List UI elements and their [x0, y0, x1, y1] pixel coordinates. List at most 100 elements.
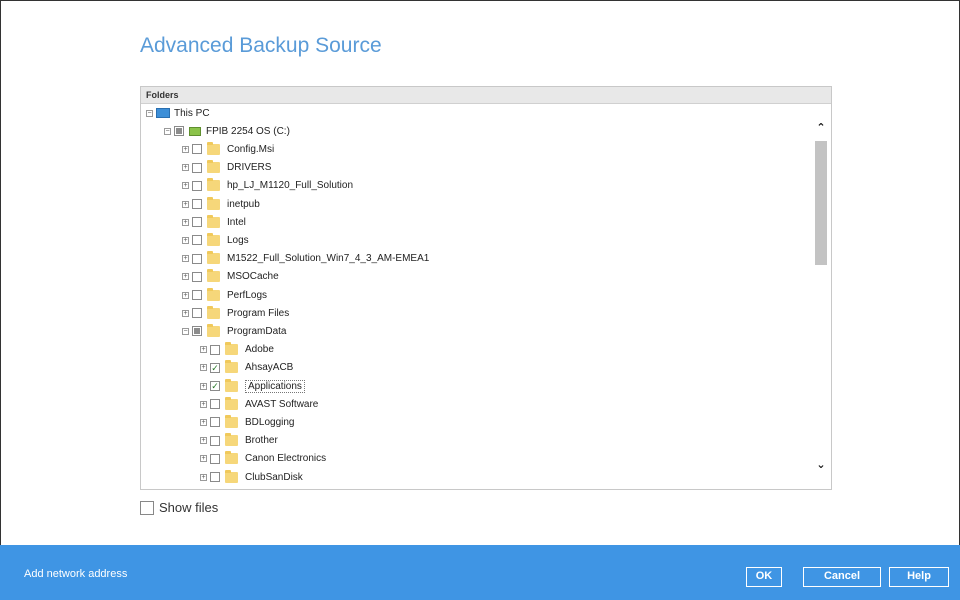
add-network-address-link[interactable]: Add network address — [24, 568, 127, 580]
expand-icon[interactable]: + — [182, 145, 189, 153]
tree-node-label[interactable]: Logs — [227, 235, 249, 246]
tree-node-checkbox[interactable] — [192, 144, 202, 155]
scroll-down-icon[interactable]: ⌄ — [815, 459, 827, 471]
tree-node[interactable]: + ✓ Applications — [200, 377, 305, 395]
folder-icon — [207, 323, 220, 337]
tree-node[interactable]: + Config.Msi — [182, 140, 274, 158]
expand-icon[interactable]: + — [182, 273, 189, 281]
tree-node[interactable]: + Brother — [200, 432, 278, 450]
expand-icon[interactable]: + — [182, 255, 189, 263]
tree-node-label[interactable]: BDLogging — [245, 417, 294, 428]
tree-node-checkbox[interactable] — [192, 235, 202, 246]
show-files-checkbox[interactable] — [140, 500, 154, 515]
tree-node-checkbox[interactable] — [192, 271, 202, 282]
collapse-icon[interactable]: − — [182, 327, 189, 335]
expand-icon[interactable]: + — [182, 236, 189, 244]
expand-icon[interactable]: + — [182, 218, 189, 226]
tree-node[interactable]: − ProgramData — [182, 322, 286, 340]
tree-node-label[interactable]: MSOCache — [227, 271, 279, 282]
tree-node-label[interactable]: Intel — [227, 217, 246, 228]
tree-node-checkbox[interactable] — [192, 162, 202, 173]
tree-node-label[interactable]: Program Files — [227, 308, 289, 319]
dialog-title: Advanced Backup Source — [140, 34, 382, 57]
expand-icon[interactable]: + — [200, 364, 207, 372]
tree-node[interactable]: − FPIB 2254 OS (C:) — [164, 122, 290, 140]
tree-node-checkbox[interactable] — [210, 435, 220, 446]
tree-node[interactable]: + hp_LJ_M1120_Full_Solution — [182, 177, 353, 195]
tree-node[interactable]: + Canon Electronics — [200, 450, 326, 468]
tree-node-label[interactable]: Applications — [245, 379, 305, 393]
scroll-thumb[interactable] — [815, 141, 827, 265]
expand-icon[interactable]: + — [182, 309, 189, 317]
expand-icon[interactable]: + — [200, 418, 207, 426]
tree-node[interactable]: + Program Files — [182, 304, 289, 322]
expand-icon[interactable]: + — [182, 291, 189, 299]
tree-node-label[interactable]: Canon Electronics — [245, 453, 326, 464]
tree-node-label[interactable]: PerfLogs — [227, 290, 267, 301]
expand-icon[interactable]: + — [200, 400, 207, 408]
folder-icon — [207, 196, 220, 210]
help-button[interactable]: Help — [889, 567, 949, 587]
show-files-option[interactable]: Show files — [140, 500, 218, 515]
expand-icon[interactable]: + — [200, 473, 207, 481]
tree-scrollbar[interactable]: ⌃ ⌄ — [811, 104, 831, 489]
tree-node[interactable]: + MSOCache — [182, 268, 279, 286]
folder-tree-panel: Folders − This PC − FPIB 2254 OS (C:) + Confi… — [140, 86, 832, 490]
tree-node-label[interactable]: Adobe — [245, 344, 274, 355]
tree-node[interactable]: + PerfLogs — [182, 286, 267, 304]
tree-header: Folders — [141, 87, 831, 104]
expand-icon[interactable]: + — [182, 200, 189, 208]
tree-node-label[interactable]: inetpub — [227, 199, 260, 210]
tree-node-label[interactable]: AhsayACB — [245, 362, 293, 373]
tree-node[interactable]: + AVAST Software — [200, 395, 318, 413]
tree-node-label[interactable]: M1522_Full_Solution_Win7_4_3_AM-EMEA1 — [227, 253, 429, 264]
tree-node[interactable]: + BDLogging — [200, 413, 294, 431]
expand-icon[interactable]: + — [182, 182, 189, 190]
tree-node-label[interactable]: AVAST Software — [245, 399, 318, 410]
tree-node-checkbox[interactable]: ✓ — [210, 362, 220, 373]
tree-node-checkbox[interactable] — [210, 344, 220, 355]
tree-node[interactable]: − This PC — [146, 104, 210, 122]
tree-node-checkbox[interactable]: ✓ — [210, 381, 220, 391]
tree-node[interactable]: + Adobe — [200, 341, 274, 359]
cancel-button[interactable]: Cancel — [803, 567, 881, 587]
tree-node-checkbox[interactable] — [210, 453, 220, 464]
expand-icon[interactable]: + — [182, 164, 189, 172]
computer-icon — [156, 108, 170, 118]
tree-node-label[interactable]: ClubSanDisk — [245, 472, 303, 483]
tree-node[interactable]: + inetpub — [182, 195, 260, 213]
tree-node[interactable]: + ✓ AhsayACB — [200, 359, 293, 377]
scroll-up-icon[interactable]: ⌃ — [815, 122, 827, 134]
tree-node-checkbox[interactable] — [192, 217, 202, 228]
expand-icon[interactable]: + — [200, 346, 207, 354]
tree-node-checkbox[interactable] — [192, 199, 202, 209]
tree-node-checkbox[interactable] — [210, 472, 220, 482]
folder-icon — [225, 433, 238, 447]
tree-node-checkbox[interactable] — [192, 180, 202, 191]
tree-node[interactable]: + Logs — [182, 231, 249, 249]
collapse-icon[interactable]: − — [146, 109, 153, 117]
tree-node-label[interactable]: hp_LJ_M1120_Full_Solution — [227, 180, 353, 191]
tree-node-label[interactable]: Brother — [245, 435, 278, 446]
tree-node-label[interactable]: ProgramData — [227, 326, 286, 337]
ok-button[interactable]: OK — [746, 567, 782, 587]
tree-node[interactable]: + DRIVERS — [182, 159, 271, 177]
tree-node[interactable]: + ClubSanDisk — [200, 468, 303, 486]
tree-node[interactable]: + M1522_Full_Solution_Win7_4_3_AM-EMEA1 — [182, 250, 429, 268]
tree-node-checkbox[interactable] — [174, 126, 184, 137]
expand-icon[interactable]: + — [200, 455, 207, 463]
tree-node-checkbox[interactable] — [192, 326, 202, 337]
tree-node-label[interactable]: FPIB 2254 OS (C:) — [206, 126, 290, 137]
tree-node-checkbox[interactable] — [210, 417, 220, 428]
tree-node[interactable]: + Intel — [182, 213, 246, 231]
tree-node-label[interactable]: This PC — [174, 108, 210, 119]
tree-node-checkbox[interactable] — [192, 253, 202, 264]
tree-node-label[interactable]: Config.Msi — [227, 144, 274, 155]
collapse-icon[interactable]: − — [164, 127, 171, 135]
tree-node-checkbox[interactable] — [192, 290, 202, 300]
expand-icon[interactable]: + — [200, 382, 207, 390]
expand-icon[interactable]: + — [200, 437, 207, 445]
tree-node-checkbox[interactable] — [210, 399, 220, 410]
tree-node-label[interactable]: DRIVERS — [227, 162, 271, 173]
tree-node-checkbox[interactable] — [192, 308, 202, 319]
